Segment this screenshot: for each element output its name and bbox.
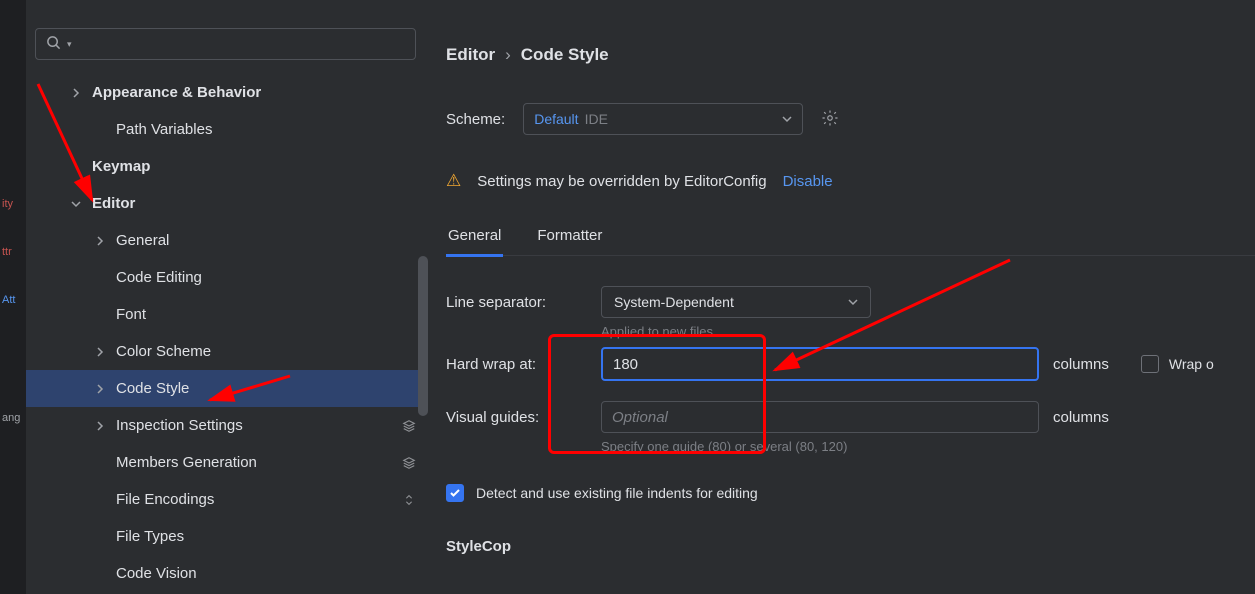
up-down-icon	[402, 493, 416, 507]
search-input[interactable]: ▾	[35, 28, 416, 60]
sidebar-item-label: Editor	[92, 195, 135, 212]
settings-sidebar: ▾ Appearance & Behavior Path Variables Key…	[26, 0, 428, 594]
scheme-label: Scheme:	[446, 111, 505, 128]
chevron-right-icon[interactable]	[94, 420, 106, 432]
scrollbar-thumb[interactable]	[418, 256, 428, 416]
chevron-placeholder	[94, 272, 106, 284]
layers-icon	[402, 456, 416, 470]
settings-tree[interactable]: Appearance & Behavior Path Variables Keyma…	[26, 74, 428, 594]
editor-gutter: ity ttr Att ang	[0, 0, 26, 594]
chevron-right-icon[interactable]	[70, 87, 82, 99]
visual-guides-input[interactable]	[601, 401, 1039, 433]
sidebar-item-label: Inspection Settings	[116, 417, 243, 434]
sidebar-item-label: File Types	[116, 528, 184, 545]
wrap-on-typing-label: Wrap o	[1169, 356, 1214, 372]
scheme-select[interactable]: Default IDE	[523, 103, 803, 135]
chevron-placeholder	[94, 457, 106, 469]
layers-icon	[402, 419, 416, 433]
sidebar-item-code-editing[interactable]: Code Editing	[26, 259, 428, 296]
sidebar-item-keymap[interactable]: Keymap	[26, 148, 428, 185]
chevron-down-icon[interactable]	[70, 198, 82, 210]
sidebar-item-label: Color Scheme	[116, 343, 211, 360]
sidebar-scrollbar[interactable]	[418, 256, 428, 456]
stylecop-section: StyleCop	[446, 538, 1255, 555]
columns-label-1: columns	[1053, 356, 1109, 373]
columns-label-2: columns	[1053, 409, 1109, 426]
warning-icon: ⚠	[446, 171, 461, 191]
visual-guides-label: Visual guides:	[446, 409, 601, 426]
sidebar-item-path-variables[interactable]: Path Variables	[26, 111, 428, 148]
chevron-placeholder	[94, 568, 106, 580]
sidebar-item-members-generation[interactable]: Members Generation	[26, 444, 428, 481]
wrap-on-typing-checkbox[interactable]	[1141, 355, 1159, 373]
sidebar-item-code-style[interactable]: Code Style	[26, 370, 428, 407]
chevron-right-icon[interactable]	[94, 235, 106, 247]
chevron-right-icon[interactable]	[94, 346, 106, 358]
sidebar-item-label: General	[116, 232, 169, 249]
chevron-right-icon: ›	[505, 45, 511, 65]
sidebar-item-code-vision[interactable]: Code Vision	[26, 555, 428, 592]
sidebar-item-file-encodings[interactable]: File Encodings	[26, 481, 428, 518]
tabs: General Formatter	[446, 219, 1255, 256]
sidebar-item-label: Path Variables	[116, 121, 212, 138]
chevron-placeholder	[94, 309, 106, 321]
sidebar-item-inspection-settings[interactable]: Inspection Settings	[26, 407, 428, 444]
tab-formatter[interactable]: Formatter	[535, 219, 604, 255]
visual-guides-hint: Specify one guide (80) or several (80, 1…	[601, 439, 1255, 454]
sidebar-item-label: Code Editing	[116, 269, 202, 286]
chevron-placeholder	[94, 124, 106, 136]
sidebar-item-font[interactable]: Font	[26, 296, 428, 333]
search-icon	[46, 35, 61, 53]
tab-general[interactable]: General	[446, 219, 503, 257]
chevron-placeholder	[70, 161, 82, 173]
breadcrumb: Editor › Code Style	[446, 45, 1255, 65]
hard-wrap-label: Hard wrap at:	[446, 356, 601, 373]
sidebar-item-label: Members Generation	[116, 454, 257, 471]
sidebar-item-label: Code Style	[116, 380, 189, 397]
detect-indents-label: Detect and use existing file indents for…	[476, 485, 758, 501]
line-separator-select[interactable]: System-Dependent	[601, 286, 871, 318]
sidebar-item-label: Keymap	[92, 158, 150, 175]
chevron-placeholder	[94, 531, 106, 543]
warning-text: Settings may be overridden by EditorConf…	[477, 173, 766, 190]
line-separator-label: Line separator:	[446, 294, 601, 311]
settings-content: Editor › Code Style Scheme: Default IDE …	[446, 0, 1255, 594]
chevron-down-icon	[848, 294, 858, 310]
dropdown-chevron-icon: ▾	[67, 39, 72, 50]
gear-icon[interactable]	[821, 109, 839, 130]
sidebar-item-label: File Encodings	[116, 491, 214, 508]
sidebar-item-editor[interactable]: Editor	[26, 185, 428, 222]
chevron-down-icon	[782, 111, 792, 127]
sidebar-item-file-types[interactable]: File Types	[26, 518, 428, 555]
sidebar-item-appearance-behavior[interactable]: Appearance & Behavior	[26, 74, 428, 111]
disable-link[interactable]: Disable	[783, 173, 833, 190]
sidebar-item-label: Code Vision	[116, 565, 197, 582]
sidebar-item-label: Appearance & Behavior	[92, 84, 261, 101]
detect-indents-checkbox[interactable]	[446, 484, 464, 502]
sidebar-item-general[interactable]: General	[26, 222, 428, 259]
sidebar-item-color-scheme[interactable]: Color Scheme	[26, 333, 428, 370]
applied-hint: Applied to new files	[601, 324, 1255, 339]
sidebar-item-label: Font	[116, 306, 146, 323]
hard-wrap-input[interactable]	[601, 347, 1039, 381]
chevron-right-icon[interactable]	[94, 383, 106, 395]
chevron-placeholder	[94, 494, 106, 506]
